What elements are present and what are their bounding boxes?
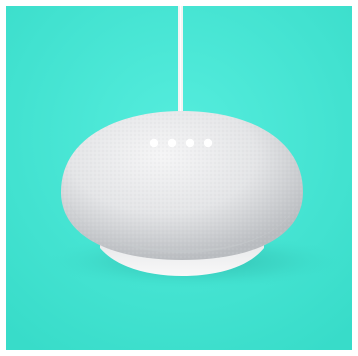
image-frame [0, 0, 358, 356]
product-photo-svg [6, 6, 352, 350]
product-photo [6, 6, 352, 350]
